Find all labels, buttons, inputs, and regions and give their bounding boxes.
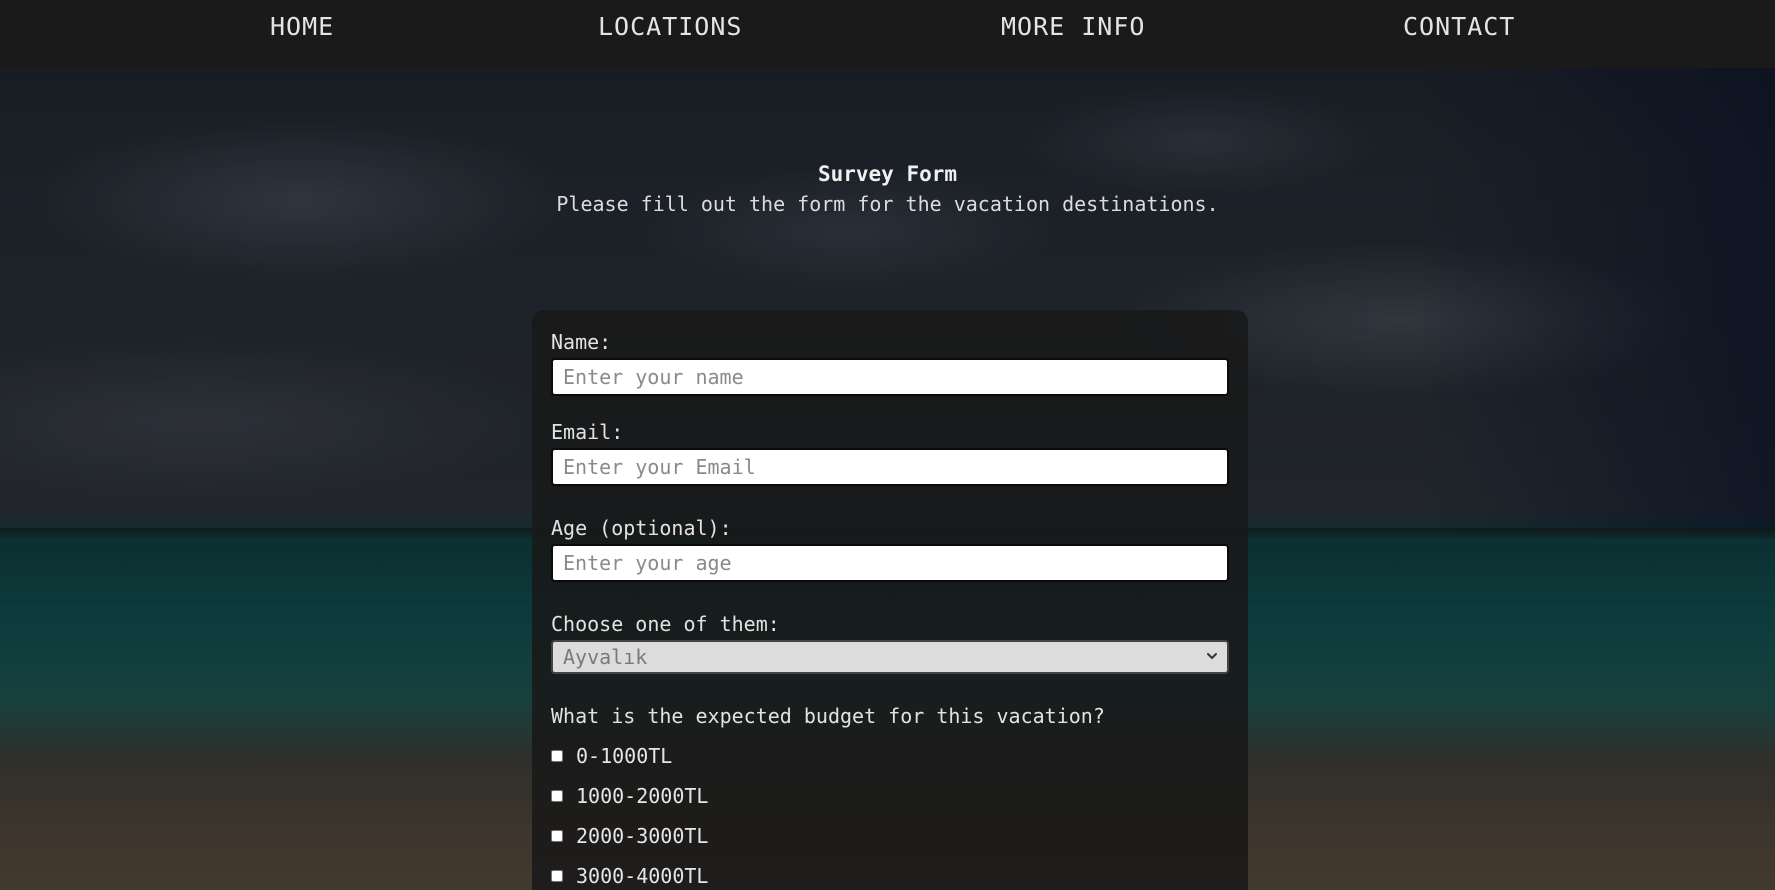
age-input[interactable] [551, 544, 1229, 582]
budget-option[interactable]: 0-1000TL [551, 736, 1229, 776]
budget-option-label: 1000-2000TL [576, 784, 709, 808]
nav-contact-link[interactable]: CONTACT [1403, 12, 1515, 41]
budget-checkbox-1[interactable] [551, 790, 563, 802]
budget-checkbox-0[interactable] [551, 750, 563, 762]
budget-group: What is the expected budget for this vac… [551, 704, 1229, 890]
name-group: Name: [551, 330, 1229, 396]
chevron-down-icon [1207, 653, 1217, 659]
budget-option[interactable]: 3000-4000TL [551, 856, 1229, 890]
budget-option-label: 0-1000TL [576, 744, 673, 768]
budget-checkbox-3[interactable] [551, 870, 563, 882]
page-subtitle: Please fill out the form for the vacatio… [556, 192, 1219, 216]
budget-option[interactable]: 1000-2000TL [551, 776, 1229, 816]
budget-option-label: 3000-4000TL [576, 864, 709, 888]
email-label: Email: [551, 420, 624, 444]
age-group: Age (optional): [551, 516, 1229, 582]
email-input[interactable] [551, 448, 1229, 486]
survey-form: Name: Email: Age (optional): Choose one … [532, 310, 1248, 890]
nav-locations-link[interactable]: LOCATIONS [598, 12, 742, 41]
email-group: Email: [551, 420, 1229, 486]
destination-select-value: Ayvalık [563, 645, 648, 669]
budget-option[interactable]: 2000-3000TL [551, 816, 1229, 856]
age-label: Age (optional): [551, 516, 732, 540]
budget-question: What is the expected budget for this vac… [551, 704, 1105, 728]
page-header: Survey Form Please fill out the form for… [0, 162, 1775, 216]
name-label: Name: [551, 330, 612, 354]
name-input[interactable] [551, 358, 1229, 396]
page-title: Survey Form [817, 162, 958, 186]
top-navbar: HOME LOCATIONS MORE INFO CONTACT [0, 0, 1775, 68]
choice-label: Choose one of them: [551, 612, 780, 636]
budget-checkbox-2[interactable] [551, 830, 563, 842]
nav-more-info-link[interactable]: MORE INFO [1001, 12, 1145, 41]
nav-home-link[interactable]: HOME [270, 12, 334, 41]
choice-group: Choose one of them: Ayvalık [551, 612, 1229, 674]
budget-option-label: 2000-3000TL [576, 824, 709, 848]
destination-select[interactable]: Ayvalık [551, 640, 1229, 674]
